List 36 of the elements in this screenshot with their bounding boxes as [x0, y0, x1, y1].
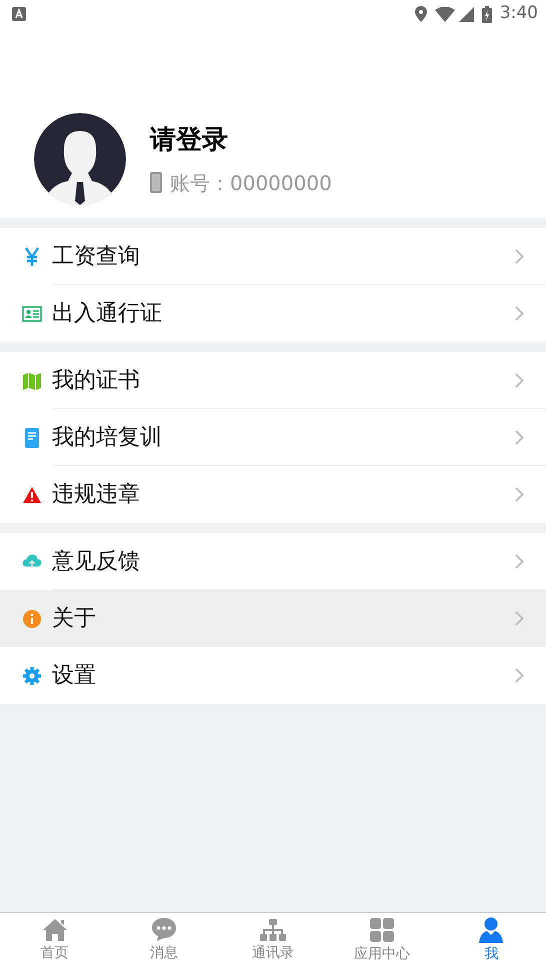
account-text: 账号：00000000: [170, 170, 332, 196]
settings-icon: [22, 666, 42, 686]
tab-item[interactable]: 消息: [109, 913, 218, 968]
document-icon: [22, 428, 42, 448]
info-icon: [22, 608, 42, 628]
home-icon: [42, 918, 68, 942]
map-icon: [22, 370, 42, 390]
grid-icon: [369, 916, 396, 942]
warning-icon: [22, 484, 42, 504]
person-icon: [478, 916, 504, 942]
chevron-icon: [515, 372, 524, 388]
tab-item[interactable]: 应用中心: [328, 913, 437, 968]
yen-icon: [22, 246, 42, 266]
status-time: 3:40: [500, 2, 538, 26]
avatar-icon: [34, 113, 126, 205]
chevron-icon: [515, 610, 524, 626]
tab-item[interactable]: 首页: [0, 913, 110, 968]
menu-item[interactable]: 关于: [0, 590, 546, 647]
keyboard-icon: [12, 7, 26, 21]
chevron-icon: [515, 554, 524, 568]
tab-item[interactable]: 我: [436, 913, 546, 968]
signal-icon: [458, 6, 474, 22]
chevron-icon: [515, 248, 524, 264]
wifi-icon: [434, 6, 455, 22]
chevron-icon: [515, 487, 524, 502]
chevron-icon: [515, 306, 524, 321]
org-chart-icon: [259, 918, 287, 942]
chevron-icon: [515, 430, 524, 444]
id-card-icon: [22, 304, 42, 324]
chevron-icon: [515, 668, 524, 683]
phone-icon: [150, 172, 162, 193]
chat-bubble-icon: [150, 917, 177, 942]
login-prompt[interactable]: 请登录: [150, 120, 332, 160]
location-icon: [414, 6, 427, 22]
battery-icon: [482, 6, 492, 22]
tab-item[interactable]: 通讯录: [218, 913, 328, 968]
